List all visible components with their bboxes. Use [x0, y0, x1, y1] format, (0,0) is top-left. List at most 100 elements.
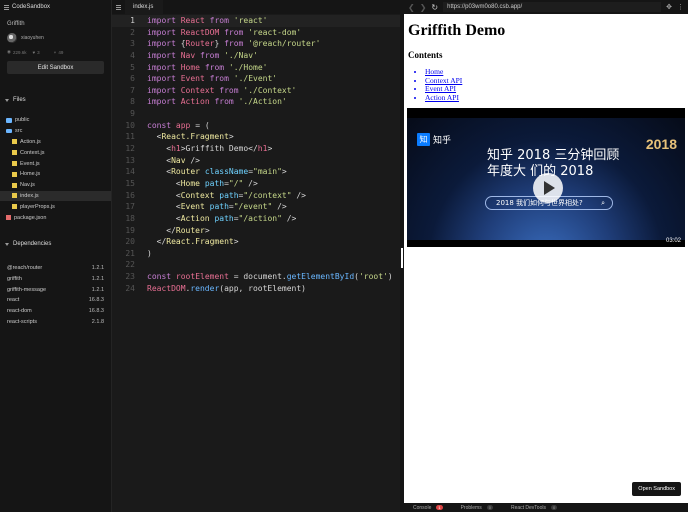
video-player[interactable]: 知 知乎 知乎 2018 三分钟回顾 年度大 们的 2018 2018 我们如何… [407, 108, 685, 247]
dependency-item[interactable]: griffith-message 1.2.1 [0, 284, 111, 295]
count-badge: 0 [550, 505, 558, 510]
views-stat: ◉ 229.6k [7, 49, 27, 55]
resize-handle[interactable] [401, 248, 403, 268]
file-item[interactable]: index.js [0, 190, 111, 202]
file-item[interactable]: Home.js [0, 169, 111, 180]
code-token: Action [180, 213, 210, 223]
line-source: import Action from './Action' [135, 96, 287, 108]
tab-index-js[interactable]: index.js [125, 0, 164, 14]
file-name: Home.js [20, 171, 41, 178]
contents-link[interactable]: Event API [425, 84, 684, 94]
file-icon [6, 215, 11, 221]
code-token: /> [291, 190, 306, 200]
project-info: Griffith xiaoyuhen ◉ 229.6k ♥ 3 ⑂ 49 [0, 14, 111, 55]
open-sandbox-button[interactable]: Open Sandbox [632, 482, 681, 496]
line-source: ReactDOM.render(app, rootElement) [135, 283, 306, 295]
code-line: 11 <React.Fragment> [112, 131, 400, 143]
file-item[interactable]: public [0, 115, 111, 126]
line-source: import {Router} from '@reach/router' [135, 38, 320, 50]
menu-icon[interactable] [4, 4, 9, 10]
file-item[interactable]: playerProps.js [0, 201, 111, 212]
devtools-tab[interactable]: React DevTools 0 [511, 505, 558, 511]
line-number: 2 [130, 27, 135, 37]
file-item[interactable]: Context.js [0, 147, 111, 158]
dependency-version: 1.2.1 [91, 265, 104, 272]
code-line: 22 [112, 259, 400, 271]
code-token: > [267, 144, 273, 154]
likes-stat[interactable]: ♥ 3 [32, 50, 39, 55]
year-badge: 2018 [645, 136, 677, 152]
devtools-tab[interactable]: Problems 0 [461, 505, 493, 511]
code-line: 3 import {Router} from '@reach/router' [112, 38, 400, 50]
contents-link[interactable]: Action API [425, 93, 684, 103]
code-token: import [147, 27, 176, 37]
open-new-window-icon[interactable]: ✥ [666, 3, 672, 11]
code-token: import [147, 85, 176, 95]
file-item[interactable]: package.json [0, 212, 111, 223]
editor-tabbar: index.js [112, 0, 400, 14]
line-number: 13 [125, 155, 135, 165]
editor-menu[interactable] [112, 0, 125, 14]
forward-icon[interactable]: ❯ [420, 3, 427, 12]
folder-icon [6, 118, 12, 123]
line-source: import React from 'react' [135, 15, 267, 27]
chevron-down-icon [5, 98, 9, 102]
devtools-tab[interactable]: Console 1 [413, 505, 443, 511]
dependency-item[interactable]: react 16.8.3 [0, 295, 111, 306]
code-token: > [228, 132, 234, 142]
reload-icon[interactable]: ↻ [431, 3, 438, 12]
file-item[interactable]: Nav.js [0, 180, 111, 191]
dependency-item[interactable]: react-dom 16.8.3 [0, 306, 111, 317]
code-area[interactable]: 1 import React from 'react' 2 import ReactD… [112, 15, 400, 294]
code-token: < [147, 132, 162, 142]
line-number: 24 [125, 283, 135, 293]
line-source [135, 108, 147, 120]
file-item[interactable]: Action.js [0, 137, 111, 148]
code-line: 16 <Context path="/context" /> [112, 190, 400, 202]
code-token: const [147, 272, 172, 282]
line-number: 1 [130, 16, 135, 25]
project-name[interactable]: Griffith [7, 21, 104, 27]
code-token: ReactDOM [180, 27, 220, 37]
avatar [7, 33, 17, 43]
code-token: } [214, 39, 225, 49]
code-token: from [219, 85, 239, 95]
code-token: ) [147, 248, 152, 258]
dependency-name: griffith-message [7, 286, 47, 293]
dependency-item[interactable]: @reach/router 1.2.1 [0, 263, 111, 274]
line-number: 21 [125, 248, 135, 258]
code-editor[interactable]: index.js 1 import React from 'react' 2 impo… [112, 0, 400, 512]
dependency-item[interactable]: griffith 1.2.1 [0, 274, 111, 285]
file-item[interactable]: Event.js [0, 158, 111, 169]
line-source: <Home path="/" /> [135, 178, 258, 190]
play-icon[interactable] [533, 173, 563, 203]
code-line: 7 import Context from './Context' [112, 85, 400, 97]
code-line: 13 <Nav /> [112, 155, 400, 167]
code-token: Home [180, 178, 200, 188]
code-line: 14 <Router className="main"> [112, 166, 400, 178]
code-token: 'root' [358, 272, 388, 282]
back-icon[interactable]: ❮ [408, 3, 415, 12]
file-icon [12, 204, 17, 210]
code-token: from [224, 39, 244, 49]
files-header[interactable]: Files [0, 95, 111, 105]
line-source: const rootElement = document.getElementB… [135, 271, 393, 283]
dependency-item[interactable]: react-scripts 2.1.8 [0, 316, 111, 327]
dependencies-header[interactable]: Dependencies [0, 239, 111, 249]
more-icon[interactable]: ⋮ [677, 3, 684, 11]
line-number: 9 [130, 109, 135, 119]
contents-link[interactable]: Context API [425, 76, 684, 86]
url-bar[interactable]: https://p03wm0o80.csb.app/ [443, 2, 662, 12]
contents-link[interactable]: Home [425, 67, 684, 77]
code-token: from [209, 16, 229, 25]
count-badge: 1 [436, 505, 443, 510]
file-item[interactable]: src [0, 126, 111, 137]
line-number: 7 [130, 85, 135, 95]
code-line: 20 </React.Fragment> [112, 236, 400, 248]
author[interactable]: xiaoyuhen [7, 33, 104, 43]
line-number: 12 [125, 144, 135, 154]
edit-sandbox-button[interactable]: Edit Sandbox [7, 61, 104, 74]
count-badge: 0 [486, 505, 493, 510]
dependency-list: @reach/router 1.2.1 griffith 1.2.1 griffith-… [0, 263, 111, 327]
line-source: </React.Fragment> [135, 236, 239, 248]
